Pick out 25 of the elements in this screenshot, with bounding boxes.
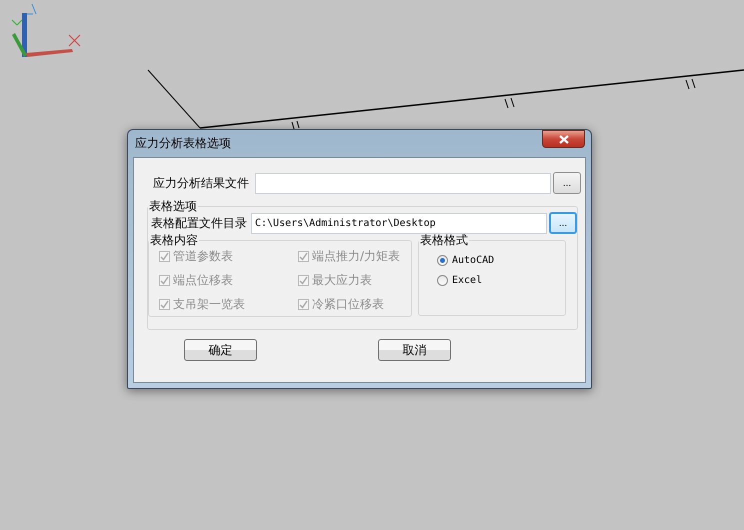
radio-button[interactable] xyxy=(437,255,448,266)
ucs-axis-icon xyxy=(12,4,80,57)
input-field[interactable] xyxy=(255,172,551,194)
radio-button[interactable] xyxy=(437,275,448,286)
group-title: 表格内容 xyxy=(149,234,199,246)
group-title: 表格格式 xyxy=(419,234,469,246)
checkbox-label: 最大应力表 xyxy=(312,272,372,289)
window-title: 应力分析表格选项 xyxy=(135,135,231,152)
group-title: 表格选项 xyxy=(148,200,198,212)
cancel-button[interactable]: 取消 xyxy=(378,339,451,361)
radio-label: AutoCAD xyxy=(452,255,494,266)
field-label: 表格配置文件目录 xyxy=(151,214,248,232)
checkbox-label: 冷紧口位移表 xyxy=(312,296,384,313)
close-icon xyxy=(558,134,568,144)
checkbox-label: 支吊架一览表 xyxy=(173,296,245,313)
radio-label: Excel xyxy=(452,275,482,286)
browse-button[interactable]: ... xyxy=(549,212,577,234)
input-field[interactable]: C:\Users\Administrator\Desktop xyxy=(251,212,547,234)
ok-button[interactable]: 确定 xyxy=(184,339,257,361)
checkbox-label: 端点位移表 xyxy=(173,272,233,289)
browse-button[interactable]: ... xyxy=(553,172,581,194)
checkbox-label: 管道参数表 xyxy=(173,248,233,265)
checkbox-label: 端点推力/力矩表 xyxy=(312,248,400,265)
field-label: 应力分析结果文件 xyxy=(153,174,250,192)
close-button[interactable] xyxy=(542,130,585,148)
